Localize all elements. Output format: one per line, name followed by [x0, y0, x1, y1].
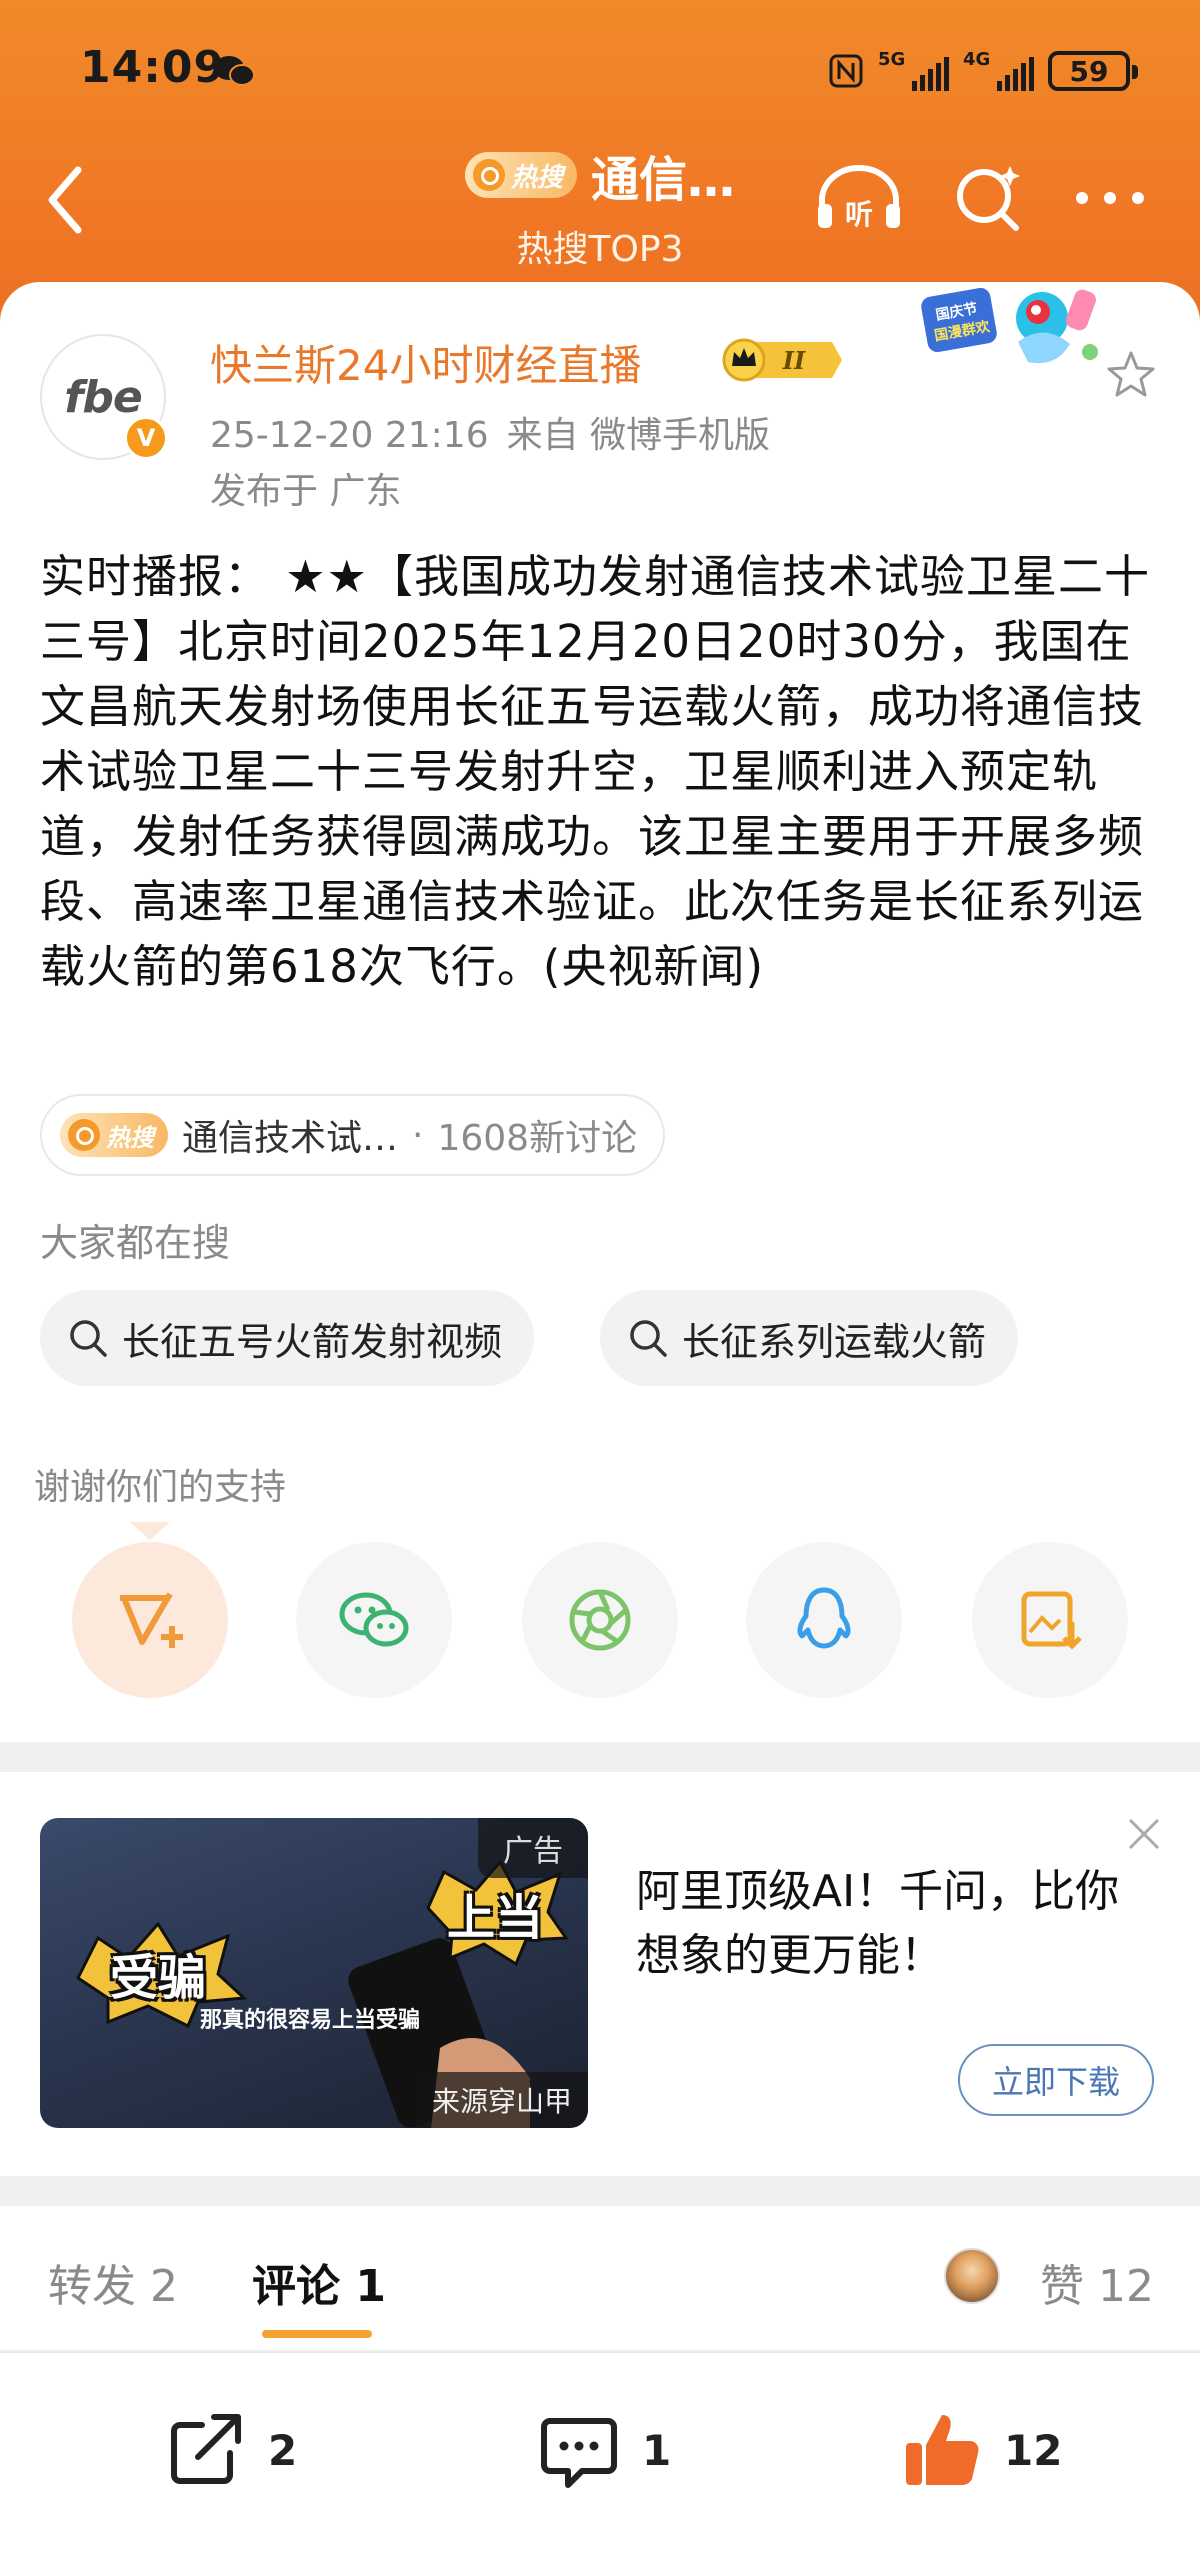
share-weibo-button[interactable] — [72, 1542, 228, 1698]
repost-button[interactable]: 2 — [162, 2405, 297, 2495]
topic-name: 通信技术试… — [182, 1118, 399, 1159]
ad-burst-left-text: 受骗 — [109, 1950, 206, 2006]
pointer-caret — [130, 1522, 170, 1540]
crown-level-text: II — [782, 346, 806, 375]
weibo-repost-icon — [120, 1592, 183, 1648]
topic-count: 1608新讨论 — [437, 1118, 638, 1159]
active-tab-indicator — [262, 2330, 372, 2338]
save-image-button[interactable] — [972, 1542, 1128, 1698]
status-time: 14:09 — [80, 42, 226, 93]
ad-headline[interactable]: 阿里顶级AI！千问，比你想象的更万能！ — [636, 1860, 1156, 1988]
signal-5g-icon: 5G — [878, 49, 949, 91]
hot-topic-chip[interactable]: 热搜 通信技术试… · 1608新讨论 — [40, 1094, 666, 1176]
thumbs-up-icon — [906, 2415, 979, 2485]
liker-avatar[interactable] — [944, 2248, 1000, 2304]
post-date: 25-12-20 21:16 — [210, 415, 489, 456]
post-source: 来自 微博手机版 — [506, 415, 771, 456]
repost-count: 2 — [268, 2425, 298, 2475]
ad-image[interactable]: 受骗 上当 那真的很容易上当受骗 广告 来源穿山甲 — [40, 1818, 588, 2128]
status-right: 5G 4G 59 — [828, 46, 1138, 96]
topic-separator: · — [412, 1114, 424, 1156]
share-qq-button[interactable] — [746, 1542, 902, 1698]
share-arrow-icon — [171, 2414, 241, 2484]
suggested-search-pill[interactable]: 长征五号火箭发射视频 — [40, 1290, 535, 1386]
like-count: 12 — [1004, 2425, 1063, 2475]
verified-mark: V — [136, 424, 156, 452]
network-5g-label: 5G — [878, 49, 906, 70]
signal-4g-icon: 4G — [963, 49, 1034, 91]
everyone-searching-title: 大家都在搜 — [40, 1221, 231, 1265]
section-divider — [0, 2176, 1200, 2206]
search-icon — [630, 1320, 667, 1357]
comment-bubble-icon — [541, 2418, 617, 2488]
favorite-star-icon[interactable] — [1104, 348, 1158, 402]
wechat-icon — [339, 1592, 409, 1647]
hot-badge-label: 热搜 — [510, 162, 563, 193]
topic-badge-label: 热搜 — [106, 1123, 154, 1152]
share-moments-button[interactable] — [522, 1542, 678, 1698]
nav-subtitle: 热搜TOP3 — [516, 229, 684, 270]
nfc-icon — [829, 54, 863, 88]
battery-level: 59 — [1069, 54, 1109, 88]
moments-aperture-icon — [569, 1589, 631, 1651]
post-meta: 25-12-20 21:16 来自 微博手机版 — [210, 406, 770, 458]
suggested-search-label: 长征五号火箭发射视频 — [122, 1319, 503, 1364]
search-icon — [70, 1320, 107, 1357]
close-icon[interactable] — [1124, 1814, 1164, 1854]
ad-source: 来源穿山甲 — [415, 2072, 588, 2128]
network-4g-label: 4G — [963, 49, 991, 70]
svg-text:听: 听 — [845, 198, 873, 231]
listen-headphones-icon[interactable]: 听 — [814, 162, 904, 232]
post-location: 发布于 广东 — [210, 471, 402, 512]
tab-reposts[interactable]: 转发 2 — [48, 2250, 178, 2314]
support-title: 谢谢你们的支持 — [34, 1467, 287, 1508]
hot-search-q-icon — [472, 159, 505, 191]
post-card: fbe V 快兰斯24小时财经直播 II 25-12-20 21:16 来自 微博… — [0, 282, 1200, 1742]
wechat-notification-icon — [214, 56, 255, 86]
share-row — [0, 1542, 1200, 1702]
topic-hot-badge: 热搜 — [60, 1113, 168, 1157]
qq-penguin-icon — [797, 1587, 851, 1649]
ad-download-button[interactable]: 立即下载 — [958, 2044, 1154, 2116]
nav-title-block[interactable]: 热搜 通信… 热搜TOP3 — [440, 140, 760, 272]
comment-count: 1 — [642, 2425, 672, 2475]
save-image-icon — [1021, 1591, 1082, 1650]
ad-image-caption: 那真的很容易上当受骗 — [200, 2008, 421, 2033]
author-name[interactable]: 快兰斯24小时财经直播 — [210, 332, 641, 393]
hot-search-badge: 热搜 — [464, 152, 577, 198]
nav-title: 通信… — [591, 152, 736, 208]
verified-badge-icon: V — [124, 416, 168, 460]
back-arrow-icon[interactable] — [40, 160, 90, 240]
more-options-icon[interactable] — [1072, 188, 1148, 208]
status-bar: 14:09 5G 4G 59 — [0, 0, 1200, 150]
section-divider — [0, 1742, 1200, 1772]
tab-comments[interactable]: 评论 1 — [252, 2250, 386, 2314]
tab-likes[interactable]: 赞 12 — [1040, 2250, 1154, 2314]
bottom-action-bar: 2 1 12 — [0, 2352, 1200, 2558]
decor-festival-badge-icon[interactable]: 国庆节 国漫群欢 — [920, 282, 1110, 382]
suggested-search-label: 长征系列运载火箭 — [682, 1319, 987, 1364]
ad-tag: 广告 — [478, 1818, 588, 1878]
ad-burst-right-text: 上当 — [446, 1890, 543, 1946]
comment-button[interactable]: 1 — [536, 2405, 671, 2495]
share-wechat-button[interactable] — [296, 1542, 452, 1698]
suggested-search-pill[interactable]: 长征系列运载火箭 — [600, 1290, 1019, 1386]
search-icon[interactable] — [952, 160, 1026, 234]
avatar-logo-text: fbe — [64, 371, 142, 423]
post-body: 实时播报： ★★【我国成功发射通信技术试验卫星二十三号】北京时间2025年12月… — [40, 550, 1150, 993]
topic-q-icon — [68, 1119, 100, 1151]
crown-level-badge-icon[interactable]: II — [720, 338, 844, 382]
like-button[interactable]: 12 — [898, 2405, 1062, 2495]
battery-icon: 59 — [1048, 51, 1138, 91]
